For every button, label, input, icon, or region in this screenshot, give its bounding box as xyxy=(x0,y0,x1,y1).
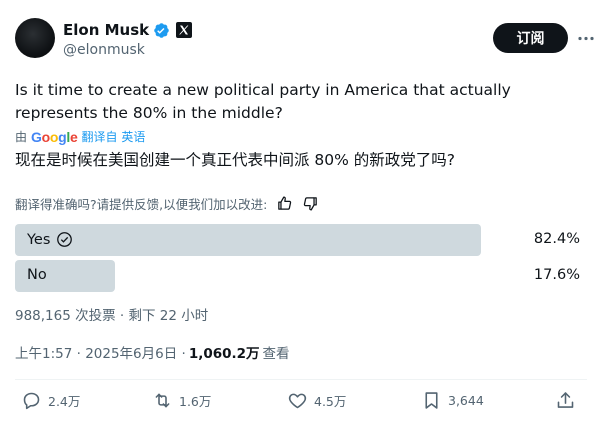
tweet-header: Elon Musk @elonmusk 订阅 xyxy=(15,18,594,62)
thumbs-down-icon[interactable] xyxy=(301,195,319,213)
translated-text: 现在是时候在美国创建一个真正代表中间派 80% 的新政党了吗? xyxy=(15,151,456,169)
thumbs-up-icon[interactable] xyxy=(275,195,293,213)
reply-button[interactable]: 2.4万 xyxy=(21,390,80,411)
translated-from-link[interactable]: 翻译自 英语 xyxy=(82,128,146,145)
action-bar: 2.4万 1.6万 4.5万 3,644 xyxy=(15,390,587,418)
divider xyxy=(15,379,587,380)
like-count: 4.5万 xyxy=(314,394,347,409)
poll-option-no-label: No xyxy=(27,267,47,283)
tweet-meta: 上午1:57 · 2025年6月6日 · 1,060.2万 查看 xyxy=(15,342,290,362)
google-logo: Google xyxy=(31,128,78,145)
author-name[interactable]: Elon Musk xyxy=(63,21,149,39)
poll-option-no[interactable]: No 17.6% xyxy=(15,260,585,292)
retweet-button[interactable]: 1.6万 xyxy=(152,390,211,411)
poll-option-label: No xyxy=(27,267,47,283)
poll: Yes 82.4% No 17.6% xyxy=(15,224,585,296)
view-count: 1,060.2万 xyxy=(188,346,260,362)
bookmark-count: 3,644 xyxy=(448,393,484,408)
poll-bar-yes xyxy=(15,224,481,256)
poll-vote-count: 988,165 次投票 · 剩下 22 小时 xyxy=(15,308,209,324)
tweet-timestamp[interactable]: 上午1:57 · 2025年6月6日 · xyxy=(15,342,186,362)
poll-option-yes-percent: 82.4% xyxy=(533,231,580,247)
avatar[interactable] xyxy=(15,18,55,58)
poll-option-label: Yes xyxy=(27,231,73,248)
share-button[interactable] xyxy=(555,390,576,411)
share-icon xyxy=(557,392,574,408)
like-button[interactable]: 4.5万 xyxy=(287,390,346,411)
poll-option-yes[interactable]: Yes 82.4% xyxy=(15,224,585,256)
x-logo-icon xyxy=(176,22,193,38)
author-handle[interactable]: @elonmusk xyxy=(63,42,145,58)
view-label: 查看 xyxy=(262,346,290,362)
retweet-count: 1.6万 xyxy=(179,394,212,409)
check-circle-icon xyxy=(56,231,73,248)
more-options-icon[interactable] xyxy=(575,27,597,49)
translation-feedback: 翻译得准确吗?请提供反馈,以便我们加以改进: xyxy=(15,194,319,213)
bookmark-icon xyxy=(425,392,438,409)
translation-attribution: 由 Google 翻译自 英语 xyxy=(15,128,145,145)
tweet-text: Is it time to create a new political par… xyxy=(15,81,511,122)
author-name-row: Elon Musk xyxy=(63,21,193,39)
feedback-prompt: 翻译得准确吗?请提供反馈,以便我们加以改进: xyxy=(15,197,268,212)
poll-option-yes-label: Yes xyxy=(27,231,51,248)
translated-by-prefix: 由 xyxy=(15,130,28,144)
retweet-icon xyxy=(155,393,170,408)
subscribe-button[interactable]: 订阅 xyxy=(493,23,568,53)
bookmark-button[interactable]: 3,644 xyxy=(421,390,484,411)
reply-icon xyxy=(23,392,40,410)
reply-count: 2.4万 xyxy=(48,394,81,409)
verified-badge-icon[interactable] xyxy=(153,22,170,39)
heart-icon xyxy=(288,393,307,409)
poll-option-no-percent: 17.6% xyxy=(533,267,580,283)
